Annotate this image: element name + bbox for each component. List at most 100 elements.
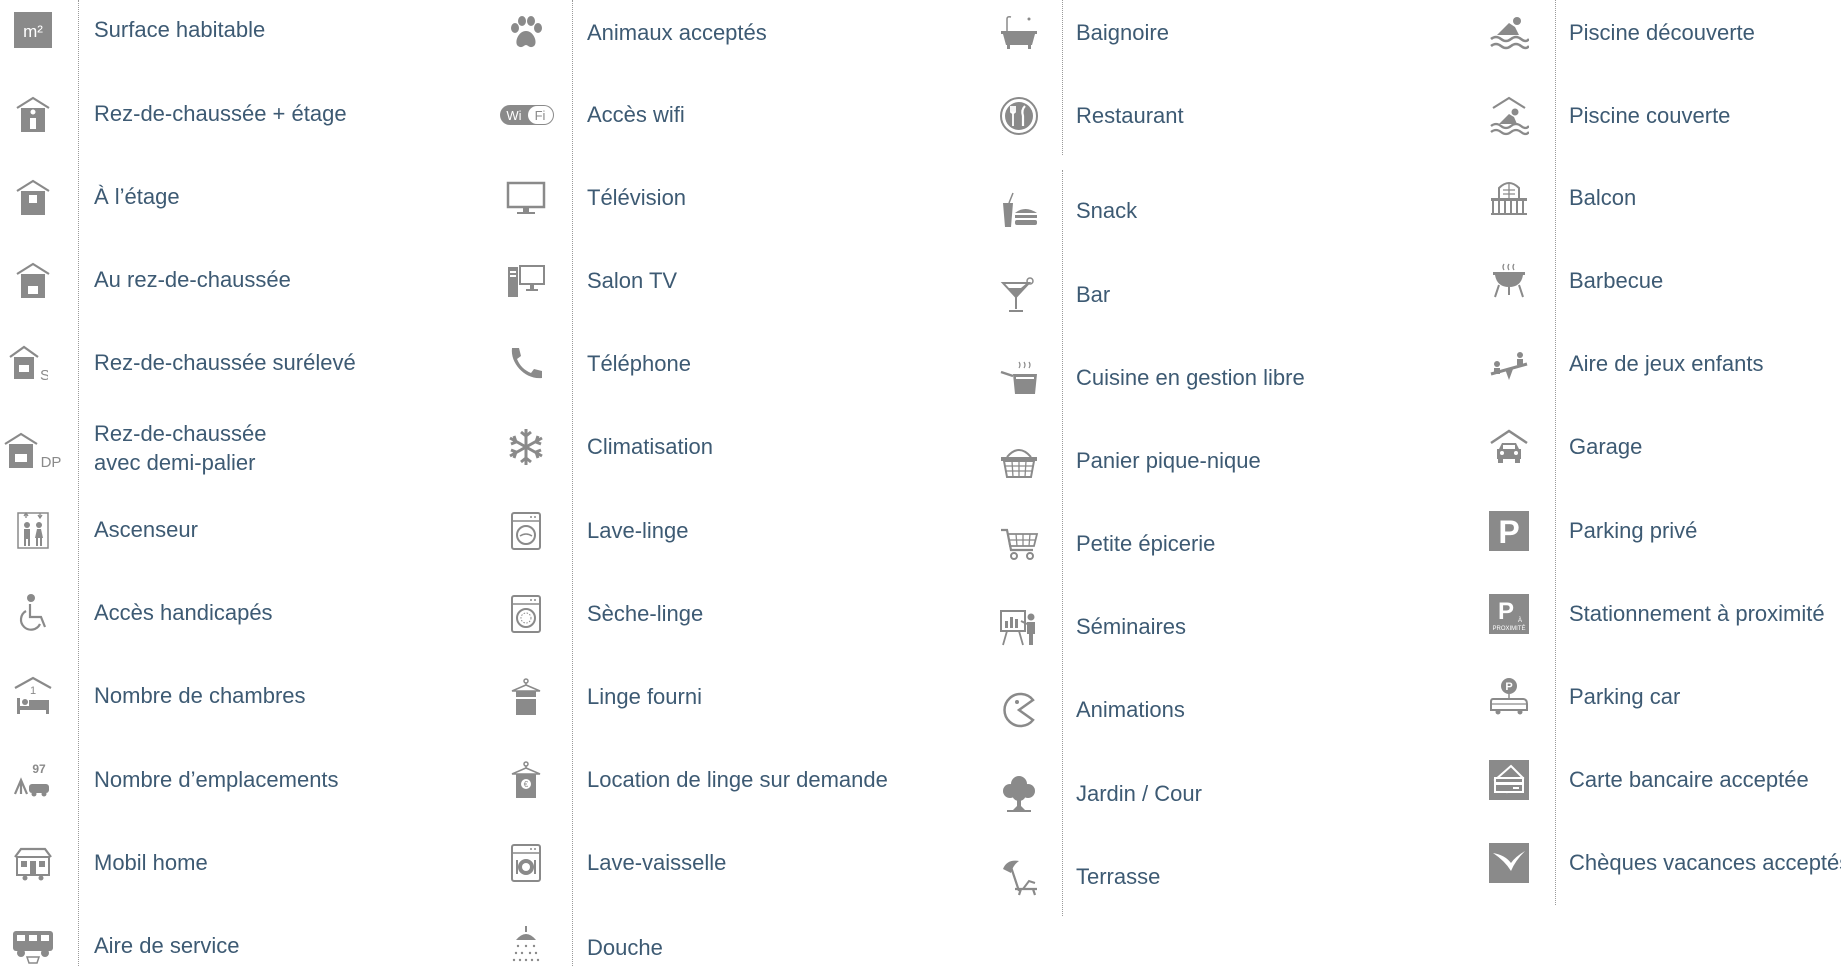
legend-column-3: Baignoire Restaurant Snack Bar Cuisine e… (985, 0, 1485, 966)
column-divider (1062, 0, 1063, 155)
house-ground-floor-icon (13, 260, 53, 300)
garage-icon (1489, 427, 1529, 467)
column-divider (78, 0, 79, 966)
bedrooms-icon: 1 (13, 676, 53, 716)
legend-label: Aire de jeux enfants (1569, 351, 1764, 376)
legend-label: Piscine couverte (1569, 103, 1731, 128)
bathtub-icon (999, 13, 1039, 53)
column-divider (572, 0, 573, 966)
legend-label: Linge fourni (587, 684, 702, 709)
legend-column-4: Piscine découverte Piscine couverte Balc… (1475, 0, 1841, 966)
svg-text:Wi: Wi (506, 108, 521, 123)
parking-nearby-badge: P (1498, 598, 1514, 625)
parking-nearby-badge-proximite: PROXIMITÉ (1492, 625, 1525, 632)
parking-nearby-badge-a: À (1518, 617, 1522, 624)
tv-lounge-icon (506, 261, 546, 301)
legend-label: Location de linge sur demande (587, 767, 888, 792)
legend-label: Barbecue (1569, 268, 1664, 293)
legend-label: Lave-linge (587, 518, 689, 543)
terrace-icon (999, 857, 1039, 897)
telephone-icon (506, 344, 546, 384)
legend-label: Parking privé (1569, 518, 1698, 543)
legend-label: Mobil home (94, 850, 208, 875)
svg-text:Fi: Fi (535, 108, 546, 123)
animations-icon (999, 690, 1039, 730)
legend-label: Douche (587, 935, 663, 960)
parking-nearby-icon: P À PROXIMITÉ (1489, 594, 1529, 634)
legend-label: Accès wifi (587, 102, 685, 127)
legend-label: Carte bancaire acceptée (1569, 767, 1809, 792)
house-raised-ground-icon: S (8, 343, 48, 383)
parking-icon: P (1489, 511, 1529, 551)
legend-label: Jardin / Cour (1076, 781, 1202, 806)
surface-m2-icon: m² (13, 10, 53, 50)
picnic-basket-icon (999, 441, 1039, 481)
pitches-icon: 97 (13, 760, 53, 800)
dryer-icon (506, 594, 546, 634)
pitches-badge: 97 (32, 762, 46, 776)
euro-badge: € (524, 780, 529, 789)
television-icon (506, 178, 546, 218)
legend-label: Ascenseur (94, 517, 198, 542)
house-upper-floor-icon (13, 177, 53, 217)
coach-parking-icon: P (1489, 677, 1529, 717)
legend-label: Snack (1076, 198, 1138, 223)
bedrooms-badge: 1 (30, 685, 36, 697)
camper-service-icon (11, 925, 55, 965)
snack-icon (999, 191, 1039, 231)
legend-label: Piscine découverte (1569, 20, 1755, 45)
credit-card-icon (1489, 760, 1529, 800)
legend-label-line2: avec demi-palier (94, 450, 256, 475)
legend-label: Cuisine en gestion libre (1076, 365, 1305, 390)
legend-label: À l’étage (94, 184, 180, 209)
barbecue-icon (1489, 261, 1529, 301)
legend-label: Parking car (1569, 684, 1681, 709)
amenities-legend: m² Surface habitable Rez-de-chaussée + é… (0, 0, 1841, 966)
half-landing-badge: DP (41, 454, 62, 470)
cocktail-icon (999, 275, 1039, 315)
seminar-icon (999, 607, 1039, 647)
coach-parking-badge: P (1505, 681, 1512, 693)
legend-label: Stationnement à proximité (1569, 601, 1825, 626)
house-half-landing-icon: DP (3, 430, 63, 470)
legend-label: Terrasse (1076, 864, 1161, 889)
legend-label: Accès handicapés (94, 600, 273, 625)
legend-label: Sèche-linge (587, 601, 704, 626)
column-divider (1062, 170, 1063, 916)
m2-badge: m² (23, 22, 43, 41)
legend-label: Garage (1569, 434, 1643, 459)
legend-label: Petite épicerie (1076, 531, 1216, 556)
legend-label: Aire de service (94, 933, 240, 958)
legend-label: Bar (1076, 282, 1111, 307)
linen-rental-icon: € (506, 760, 546, 800)
legend-label: Restaurant (1076, 103, 1184, 128)
legend-label: Séminaires (1076, 614, 1187, 639)
legend-label: Surface habitable (94, 17, 266, 42)
house-two-floors-icon (13, 94, 53, 134)
legend-label: Lave-vaisselle (587, 850, 727, 875)
mobile-home-icon (13, 843, 53, 883)
legend-column-2: Animaux acceptés Wi Fi Accès wifi Télévis… (490, 0, 990, 966)
snowflake-icon (506, 427, 546, 467)
tree-icon (999, 774, 1039, 814)
balcony-icon (1489, 178, 1529, 218)
parking-badge: P (1498, 514, 1519, 550)
legend-label: Climatisation (587, 434, 713, 459)
legend-label: Nombre d’emplacements (94, 767, 339, 792)
shopping-cart-icon (999, 524, 1039, 564)
cooking-pot-icon (999, 358, 1039, 398)
legend-label: Rez-de-chaussée + étage (94, 101, 347, 126)
legend-label: Panier pique-nique (1076, 448, 1261, 473)
legend-label: Nombre de chambres (94, 683, 306, 708)
linen-icon (506, 677, 546, 717)
wifi-icon: Wi Fi (498, 95, 556, 135)
washing-machine-icon (506, 511, 546, 551)
shower-icon (506, 926, 546, 966)
legend-label: Baignoire (1076, 20, 1169, 45)
legend-column-1: m² Surface habitable Rez-de-chaussée + é… (0, 0, 480, 966)
legend-label: Au rez-de-chaussée (94, 267, 291, 292)
legend-label: Rez-de-chaussée surélevé (94, 350, 356, 375)
restaurant-icon (999, 96, 1039, 136)
elevator-icon (13, 510, 53, 550)
wheelchair-icon (13, 593, 53, 633)
